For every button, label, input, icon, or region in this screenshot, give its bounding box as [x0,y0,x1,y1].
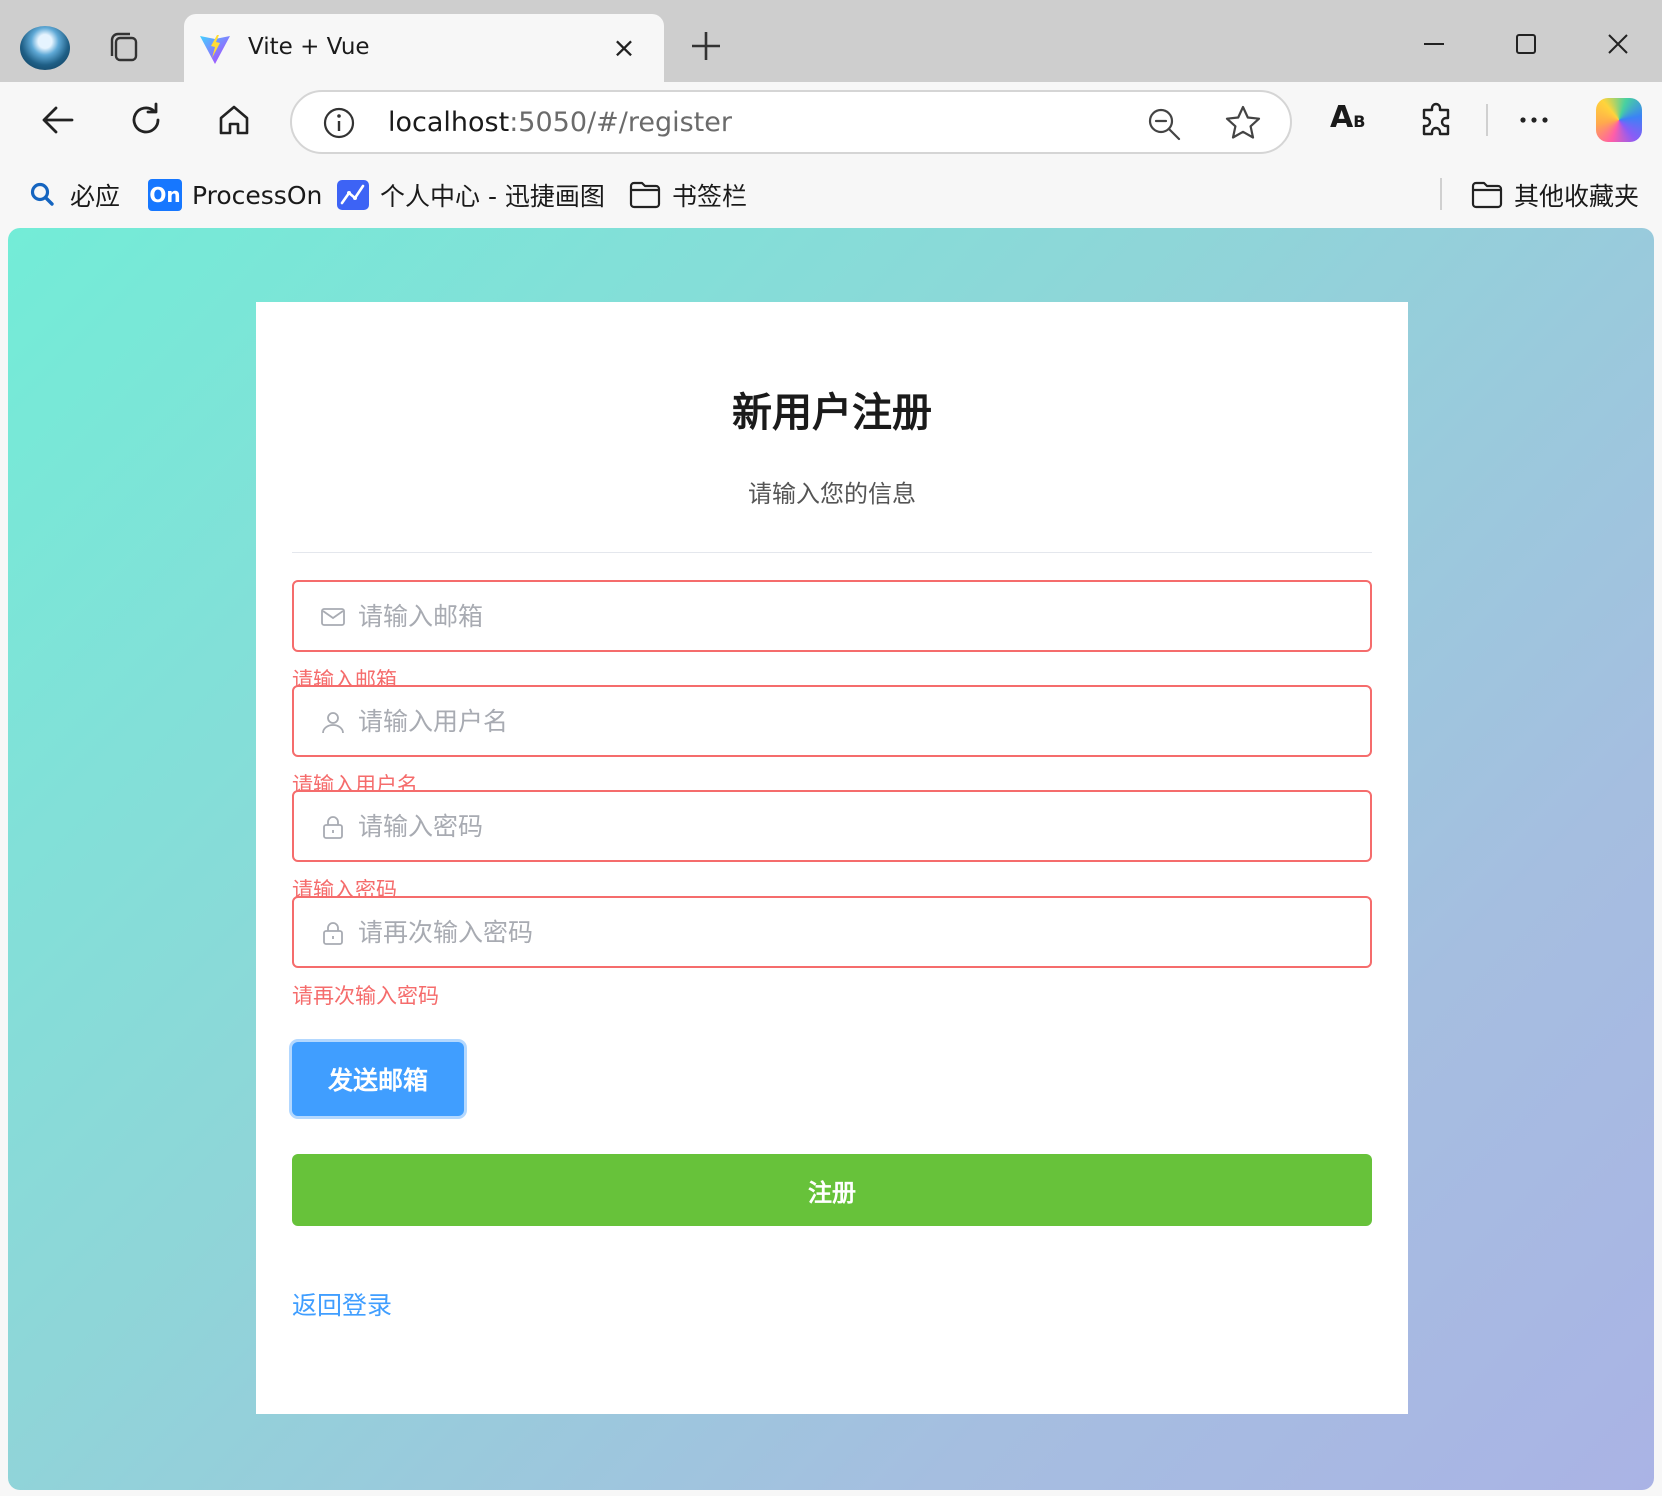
text-size-sub: B [1353,112,1366,131]
bookmark-folder-bar[interactable]: 书签栏 [628,178,747,212]
bookmark-label: 其他收藏夹 [1514,182,1640,211]
user-icon [322,712,344,734]
zoom-out-icon[interactable] [1146,106,1182,142]
bookmarks-separator [1440,178,1442,210]
back-to-login-link[interactable]: 返回登录 [292,1286,392,1322]
processon-icon: On [148,179,182,211]
password-input[interactable] [358,792,1358,860]
address-bar[interactable]: localhost:5050/#/register [290,90,1292,154]
bookmark-bing[interactable]: 必应 [26,178,120,212]
mail-icon [321,608,345,626]
new-tab-icon[interactable] [688,28,724,64]
home-icon[interactable] [214,100,254,140]
tab-actions-icon[interactable] [106,30,142,66]
address-path: :5050/#/register [509,107,732,138]
page-title: 新用户注册 [732,390,932,436]
window-maximize-icon[interactable] [1506,24,1546,64]
browser-toolbar: localhost:5050/#/register AB [0,82,1662,160]
profile-avatar[interactable] [20,26,70,70]
refresh-icon[interactable] [126,100,166,140]
register-card: 新用户注册 请输入您的信息 请输入邮箱 请输入用户名 [256,302,1408,1414]
bookmark-processon[interactable]: On ProcessOn [148,178,322,212]
bookmarks-bar: 必应 On ProcessOn 个人中心 - 迅捷画图 书签栏 其他收藏夹 [0,160,1662,228]
bookmark-label: 书签栏 [672,182,748,211]
lock-icon [323,816,343,839]
tab-title: Vite + Vue [248,34,370,60]
bookmark-other-favorites[interactable]: 其他收藏夹 [1470,178,1639,212]
browser-tab-bar: Vite + Vue × [0,0,1662,84]
window-minimize-icon[interactable] [1414,24,1454,64]
bookmark-label: 个人中心 - 迅捷画图 [380,182,605,211]
password-field[interactable] [292,790,1372,862]
browser-tab-active[interactable]: Vite + Vue × [184,14,664,84]
header-divider [292,552,1372,553]
folder-icon [629,181,661,209]
bookmark-xunjie[interactable]: 个人中心 - 迅捷画图 [336,178,605,212]
search-icon [30,182,54,206]
address-host: localhost [388,107,510,138]
more-options-icon[interactable] [1514,100,1554,140]
confirm-password-error: 请再次输入密码 [292,984,439,1008]
register-button[interactable]: 注册 [292,1154,1372,1226]
lock-icon [323,922,343,945]
toolbar-separator [1486,104,1488,136]
confirm-password-input[interactable] [358,898,1358,966]
username-input[interactable] [358,687,1358,755]
folder-icon [1471,181,1503,209]
window-close-icon[interactable] [1598,24,1638,64]
tab-close-icon[interactable]: × [608,32,640,64]
extensions-icon[interactable] [1418,100,1458,140]
bookmark-label: ProcessOn [192,180,323,210]
favorite-star-icon[interactable] [1224,104,1262,142]
page-viewport: 新用户注册 请输入您的信息 请输入邮箱 请输入用户名 [8,228,1654,1490]
confirm-password-field[interactable] [292,896,1372,968]
page-subtitle: 请输入您的信息 [748,480,916,508]
text-size-label: A [1330,100,1354,135]
username-field[interactable] [292,685,1372,757]
chart-icon [337,180,369,210]
bookmark-label: 必应 [70,182,121,211]
address-url[interactable]: localhost:5050/#/register [388,107,732,138]
site-info-icon[interactable] [322,106,356,140]
back-arrow-icon[interactable] [38,100,78,140]
read-aloud-text-size-icon[interactable]: AB [1330,100,1365,135]
email-field[interactable] [292,580,1372,652]
email-input[interactable] [358,582,1358,650]
send-email-button[interactable]: 发送邮箱 [292,1042,464,1116]
copilot-icon[interactable] [1596,98,1642,142]
vite-logo-icon [200,35,230,64]
